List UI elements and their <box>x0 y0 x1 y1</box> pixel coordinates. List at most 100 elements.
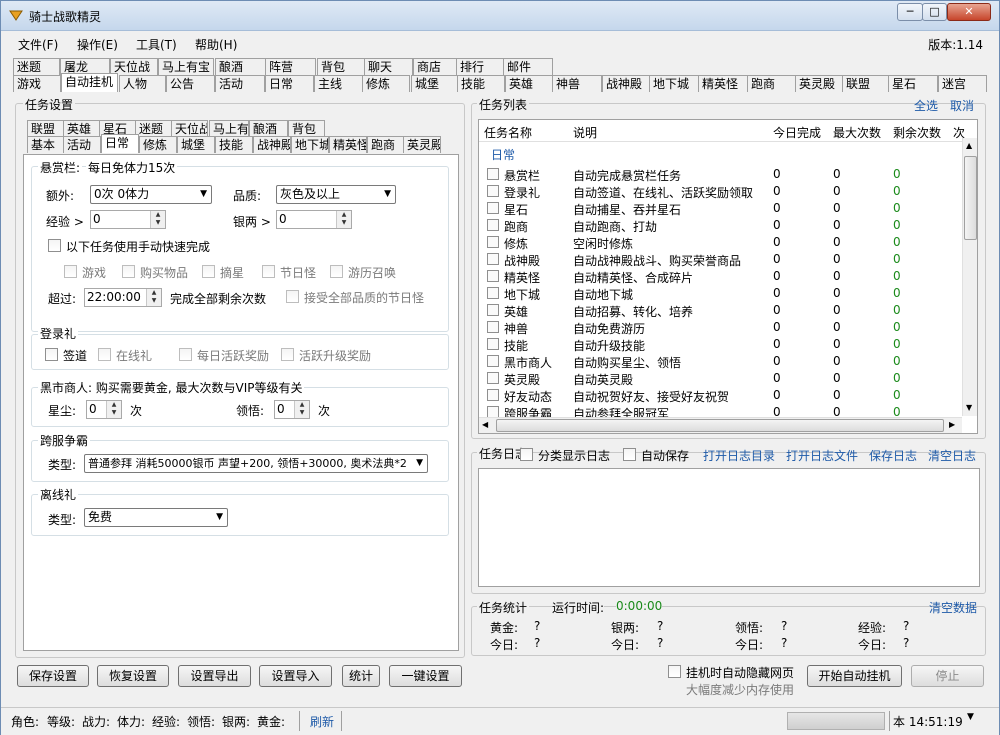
main-tab-row2-1[interactable]: 自动挂机 <box>61 73 118 92</box>
settings-tab-row2-1[interactable]: 活动 <box>63 136 101 153</box>
main-tab-7[interactable]: 聊天 <box>364 58 413 75</box>
scroll-down-icon[interactable]: ▼ <box>966 403 972 412</box>
settings-tab-row2-2[interactable]: 日常 <box>101 134 139 153</box>
settings-tab-row2-6[interactable]: 战神殿 <box>253 136 291 153</box>
row-checkbox[interactable] <box>487 168 499 180</box>
autosave-checkbox[interactable] <box>623 448 636 461</box>
settings-tab-row2-3[interactable]: 修炼 <box>139 136 177 153</box>
row-checkbox[interactable] <box>487 236 499 248</box>
main-tab-6[interactable]: 背包 <box>317 58 367 75</box>
manual-checkbox[interactable] <box>48 239 61 252</box>
extra-select[interactable]: 0次 0体力 ▼ <box>90 185 212 204</box>
settings-tab-3[interactable]: 迷题 <box>135 120 172 137</box>
cross-type-select[interactable]: 普通参拜 消耗50000银币 声望+200, 领悟+30000, 奥术法典*2 ▼ <box>84 454 428 473</box>
main-tab-row2-0[interactable]: 游戏 <box>13 75 61 92</box>
main-tab-row2-14[interactable]: 精英怪 <box>698 75 748 92</box>
restore-settings-button[interactable]: 恢复设置 <box>97 665 169 687</box>
settings-tab-row2-0[interactable]: 基本 <box>27 136 64 153</box>
settings-tab-5[interactable]: 马上有宝 <box>209 120 249 137</box>
signin-checkbox[interactable] <box>45 348 58 361</box>
stats-button[interactable]: 统计 <box>342 665 380 687</box>
exp-input[interactable]: 0 ▲ ▼ <box>90 210 166 229</box>
scroll-left-icon[interactable]: ◀ <box>482 420 488 429</box>
sub-star-checkbox[interactable] <box>202 265 215 278</box>
table-row[interactable]: 精英怪 自动精英怪、合成碎片 0 0 0 <box>479 268 959 285</box>
col-task-name[interactable]: 任务名称 <box>484 124 532 141</box>
col-desc[interactable]: 说明 <box>573 124 597 141</box>
row-checkbox[interactable] <box>487 287 499 299</box>
main-tab-row2-8[interactable]: 城堡 <box>411 75 459 92</box>
over-time-input[interactable]: 22:00:00 ▲ ▼ <box>84 288 162 307</box>
active-upgrade-checkbox[interactable] <box>281 348 294 361</box>
main-tab-row2-13[interactable]: 地下城 <box>649 75 699 92</box>
menu-file[interactable]: 文件(F) <box>18 36 58 53</box>
table-row[interactable]: 地下城 自动地下城 0 0 0 <box>479 285 959 302</box>
chevron-down-icon[interactable]: ▼ <box>967 712 974 722</box>
main-tab-row2-2[interactable]: 人物 <box>119 75 166 92</box>
settings-tab-row2-5[interactable]: 技能 <box>215 136 253 153</box>
main-tab-row2-3[interactable]: 公告 <box>166 75 215 92</box>
row-checkbox[interactable] <box>487 270 499 282</box>
select-all-link[interactable]: 全选 <box>914 97 938 114</box>
scroll-right-icon[interactable]: ▶ <box>949 420 955 429</box>
settings-tab-0[interactable]: 联盟 <box>27 120 64 137</box>
settings-tab-row2-4[interactable]: 城堡 <box>177 136 215 153</box>
save-settings-button[interactable]: 保存设置 <box>17 665 89 687</box>
main-tab-4[interactable]: 酿酒 <box>215 58 266 75</box>
row-checkbox[interactable] <box>487 185 499 197</box>
settings-tab-1[interactable]: 英雄 <box>63 120 100 137</box>
col-max[interactable]: 最大次数 <box>833 124 881 141</box>
settings-tab-4[interactable]: 天位战 <box>171 120 208 137</box>
row-checkbox[interactable] <box>487 389 499 401</box>
table-row[interactable]: 技能 自动升级技能 0 0 0 <box>479 336 959 353</box>
spin-arrows-icon[interactable]: ▲ ▼ <box>146 289 161 306</box>
sub-travel-checkbox[interactable] <box>330 265 343 278</box>
row-checkbox[interactable] <box>487 321 499 333</box>
main-tab-row2-18[interactable]: 星石 <box>888 75 938 92</box>
main-tab-row2-9[interactable]: 技能 <box>457 75 505 92</box>
hide-web-checkbox[interactable] <box>668 665 681 678</box>
table-row[interactable]: 好友动态 自动祝贺好友、接受好友祝贺 0 0 0 <box>479 387 959 404</box>
row-checkbox[interactable] <box>487 372 499 384</box>
main-tab-row2-16[interactable]: 英灵殿 <box>795 75 845 92</box>
oneclick-settings-button[interactable]: 一键设置 <box>389 665 462 687</box>
start-auto-button[interactable]: 开始自动挂机 <box>807 665 902 687</box>
main-tab-row2-10[interactable]: 英雄 <box>505 75 554 92</box>
table-row[interactable]: 悬赏栏 自动完成悬赏栏任务 0 0 0 <box>479 166 959 183</box>
col-done[interactable]: 今日完成 <box>773 124 821 141</box>
classify-log-checkbox[interactable] <box>520 448 533 461</box>
row-checkbox[interactable] <box>487 202 499 214</box>
export-settings-button[interactable]: 设置导出 <box>178 665 251 687</box>
offline-type-select[interactable]: 免费 ▼ <box>84 508 228 527</box>
vertical-scrollbar[interactable]: ▲ ▼ <box>962 138 977 416</box>
spin-arrows-icon[interactable]: ▲ ▼ <box>336 211 351 228</box>
import-settings-button[interactable]: 设置导入 <box>259 665 332 687</box>
close-button[interactable]: ✕ <box>947 3 991 21</box>
main-tab-10[interactable]: 邮件 <box>503 58 553 75</box>
spin-arrows-icon[interactable]: ▲ ▼ <box>106 401 121 418</box>
sub-buy-checkbox[interactable] <box>122 265 135 278</box>
scroll-thumb[interactable] <box>964 156 977 240</box>
main-tab-row2-7[interactable]: 修炼 <box>362 75 410 92</box>
quality-select[interactable]: 灰色及以上 ▼ <box>276 185 396 204</box>
main-tab-row2-15[interactable]: 跑商 <box>747 75 796 92</box>
settings-tab-row2-10[interactable]: 英灵殿 <box>403 136 441 153</box>
main-tab-0[interactable]: 迷题 <box>13 58 60 75</box>
silver-input[interactable]: 0 ▲ ▼ <box>276 210 352 229</box>
settings-tab-row2-7[interactable]: 地下城 <box>291 136 329 153</box>
accept-all-checkbox[interactable] <box>286 290 299 303</box>
settings-tab-row2-9[interactable]: 跑商 <box>367 136 405 153</box>
row-checkbox[interactable] <box>487 338 499 350</box>
table-row[interactable]: 星石 自动捕星、吞并星石 0 0 0 <box>479 200 959 217</box>
stardust-input[interactable]: 0 ▲ ▼ <box>86 400 122 419</box>
open-log-dir-link[interactable]: 打开日志目录 <box>703 447 775 464</box>
settings-tab-row2-8[interactable]: 精英怪 <box>329 136 367 153</box>
menu-operate[interactable]: 操作(E) <box>77 36 118 53</box>
save-log-link[interactable]: 保存日志 <box>869 447 917 464</box>
log-textarea[interactable] <box>478 468 980 587</box>
table-row[interactable]: 英灵殿 自动英灵殿 0 0 0 <box>479 370 959 387</box>
cancel-select-link[interactable]: 取消 <box>950 97 974 114</box>
table-row[interactable]: 战神殿 自动战神殿战斗、购买荣誉商品 0 0 0 <box>479 251 959 268</box>
open-log-file-link[interactable]: 打开日志文件 <box>786 447 858 464</box>
main-tab-row2-12[interactable]: 战神殿 <box>602 75 650 92</box>
